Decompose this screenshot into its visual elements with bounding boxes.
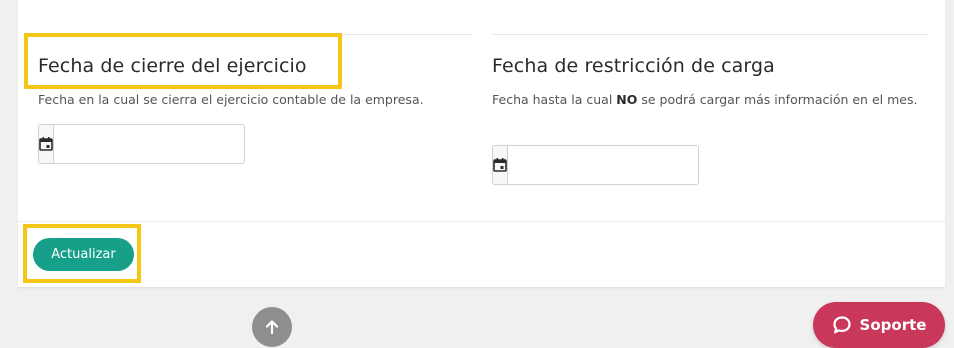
closing-date-input[interactable] [54, 125, 244, 163]
restriction-date-description: Fecha hasta la cual NO se podrá cargar m… [492, 89, 937, 110]
divider-top-left [24, 34, 472, 35]
update-button[interactable]: Actualizar [33, 238, 134, 271]
divider-top-right [492, 34, 928, 35]
support-button[interactable]: Soporte [813, 302, 945, 348]
arrow-up-icon [265, 320, 279, 335]
restriction-date-picker [492, 145, 699, 185]
calendar-icon[interactable] [493, 146, 508, 184]
closing-date-picker [38, 124, 245, 164]
restriction-date-title: Fecha de restricción de carga [492, 55, 775, 77]
restriction-date-description-start: Fecha hasta la cual [492, 92, 617, 107]
restriction-date-input[interactable] [508, 146, 698, 184]
restriction-date-description-emphasis: NO [616, 92, 638, 107]
closing-date-title: Fecha de cierre del ejercicio [38, 55, 307, 77]
support-label: Soporte [859, 316, 927, 334]
footer-divider [18, 221, 945, 222]
chat-bubble-icon [832, 316, 851, 334]
closing-date-description: Fecha en la cual se cierra el ejercicio … [38, 92, 424, 107]
calendar-icon[interactable] [39, 125, 54, 163]
scroll-to-top-button[interactable] [252, 307, 292, 347]
restriction-date-description-end: se podrá cargar más información en el me… [637, 92, 918, 107]
